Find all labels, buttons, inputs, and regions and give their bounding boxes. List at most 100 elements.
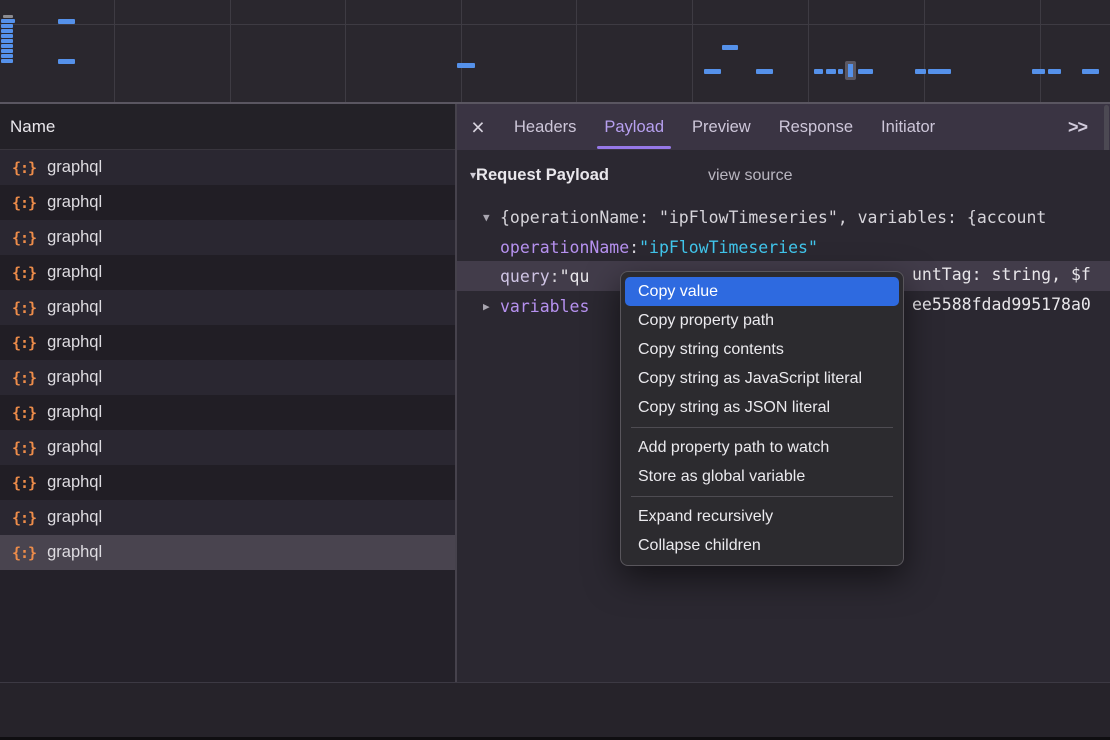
variables-value-right-fragment: ee5588fdad995178a0 [912,295,1091,314]
request-row[interactable]: {:}graphql [0,500,455,535]
property-key: operationName [500,238,629,257]
request-row[interactable]: {:} graphql [0,185,455,220]
overview-gridline [0,24,1110,25]
request-row[interactable]: {:} graphql [0,325,455,360]
waterfall-bar [1,39,13,43]
request-name: graphql [47,403,102,422]
overview-selection-marker-bar [848,64,853,77]
payload-object-preview: {operationName: "ipFlowTimeseries", vari… [500,208,1046,227]
waterfall-bar [826,69,836,74]
request-name: graphql [47,298,102,317]
json-braces-icon: {:} [12,299,36,317]
property-key: variables [500,297,589,316]
view-source-link[interactable]: view source [708,167,792,185]
operationname-row[interactable]: operationName: "ipFlowTimeseries" [457,232,1110,262]
overview-gridline [461,0,462,102]
request-name: graphql [47,228,102,247]
devtools-network-panel: Name × HeadersPayloadPreviewResponseInit… [0,0,1110,740]
waterfall-bar [1,29,13,33]
waterfall-bar [814,69,823,74]
tab-payload[interactable]: Payload [590,104,678,150]
detail-tabbar: × HeadersPayloadPreviewResponseInitiator… [456,104,1110,150]
waterfall-bar [1082,69,1099,74]
section-title: Request Payload [476,166,609,184]
waterfall-bar [1048,69,1061,74]
tab-response[interactable]: Response [765,104,867,150]
json-braces-icon: {:} [12,369,36,387]
payload-root-row[interactable]: ▼ {operationName: "ipFlowTimeseries", va… [457,202,1110,232]
menu-separator [631,496,893,497]
menu-item-store-as-global-variable[interactable]: Store as global variable [621,462,903,491]
overview-gridline [692,0,693,102]
request-row[interactable]: {:}graphql [0,150,455,185]
json-braces-icon: {:} [12,264,36,282]
waterfall-bar [928,69,951,74]
waterfall-bar [858,69,873,74]
request-payload-section[interactable]: ▾Request Payload [470,166,609,185]
waterfall-bar [1,54,13,58]
menu-item-add-property-path-to-watch[interactable]: Add property path to watch [621,433,903,462]
request-row[interactable]: {:} graphql [0,290,455,325]
request-name: graphql [47,263,102,282]
waterfall-bar [1,34,13,38]
request-row[interactable]: {:} graphql [0,535,455,570]
overview-gridline [1040,0,1041,102]
overview-gridline [114,0,115,102]
json-braces-icon: {:} [12,404,36,422]
property-key: query [500,267,550,286]
more-tabs-icon[interactable]: >> [1068,104,1087,150]
header-band: Name × HeadersPayloadPreviewResponseInit… [0,104,1110,150]
summary-footer [0,682,1110,737]
request-row[interactable]: {:} graphql [0,465,455,500]
menu-item-copy-string-as-javascript-literal[interactable]: Copy string as JavaScript literal [621,364,903,393]
tab-initiator[interactable]: Initiator [867,104,949,150]
overview-gridline [230,0,231,102]
request-name: graphql [47,368,102,387]
waterfall-bar [915,69,926,74]
waterfall-bar [1,24,13,28]
request-name: graphql [47,438,102,457]
request-name: graphql [47,543,102,562]
waterfall-bar [1,49,13,53]
query-value-right-fragment: untTag: string, $f [912,265,1091,284]
request-name: graphql [47,193,102,212]
tab-headers[interactable]: Headers [500,104,590,150]
close-icon[interactable]: × [456,116,500,139]
request-row[interactable]: {:}graphql [0,220,455,255]
expand-icon[interactable]: ▶ [483,300,500,313]
request-name: graphql [47,508,102,527]
request-name: graphql [47,473,102,492]
name-column-header[interactable]: Name [0,104,456,150]
request-row[interactable]: {:} graphql [0,395,455,430]
request-name: graphql [47,333,102,352]
network-overview-timeline[interactable] [0,0,1110,104]
request-name: graphql [47,158,102,177]
property-value-left: "qu [560,267,590,286]
menu-separator [631,427,893,428]
key-colon: : [629,238,639,257]
menu-item-expand-recursively[interactable]: Expand recursively [621,502,903,531]
menu-item-copy-value[interactable]: Copy value [625,277,899,306]
request-row[interactable]: {:}graphql [0,430,455,465]
menu-item-collapse-children[interactable]: Collapse children [621,531,903,560]
name-column-label: Name [10,117,55,137]
request-row[interactable]: {:} graphql [0,360,455,395]
waterfall-bar [722,45,738,50]
json-braces-icon: {:} [12,544,36,562]
tab-preview[interactable]: Preview [678,104,765,150]
overview-gridline [345,0,346,102]
menu-item-copy-string-contents[interactable]: Copy string contents [621,335,903,364]
waterfall-bar [3,15,13,18]
waterfall-bar [704,69,721,74]
json-braces-icon: {:} [12,474,36,492]
expand-icon[interactable]: ▼ [483,211,500,224]
menu-item-copy-property-path[interactable]: Copy property path [621,306,903,335]
json-braces-icon: {:} [12,194,36,212]
waterfall-bar [838,69,843,74]
request-row[interactable]: {:} graphql [0,255,455,290]
request-list: {:} graphql {:} graphql {:} graphql {:} graphql… [0,150,455,682]
json-braces-icon: {:} [12,334,36,352]
menu-item-copy-string-as-json-literal[interactable]: Copy string as JSON literal [621,393,903,422]
key-colon: : [550,267,560,286]
waterfall-bar [1,19,15,23]
